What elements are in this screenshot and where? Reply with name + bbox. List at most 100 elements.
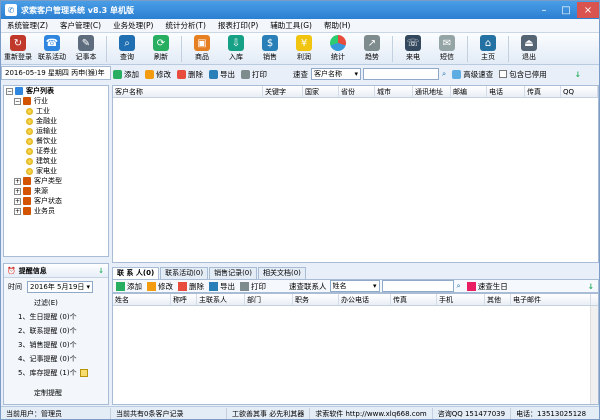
tab-contacts[interactable]: 联 系 人(0): [112, 267, 160, 279]
search-input[interactable]: [363, 68, 439, 80]
call-button[interactable]: ☏ 来电: [396, 33, 430, 65]
relogin-button[interactable]: ↻ 重新登录: [1, 33, 35, 65]
tab-sales[interactable]: 销售记录(0): [209, 267, 257, 279]
column-header[interactable]: 部门: [245, 294, 293, 305]
arrow-down-icon[interactable]: ↓: [98, 267, 104, 275]
tree-leaf[interactable]: 建筑业: [4, 156, 108, 166]
stats-button[interactable]: 统计: [321, 33, 355, 65]
search-field-select[interactable]: 客户名称 ▾: [311, 68, 361, 80]
tree-node-salesman[interactable]: + 业务员: [4, 206, 108, 216]
column-header[interactable]: 职务: [293, 294, 339, 305]
activity-button[interactable]: ☎ 联系活动: [35, 33, 69, 65]
column-header[interactable]: 姓名: [113, 294, 171, 305]
column-header[interactable]: 电子邮件: [511, 294, 591, 305]
column-header[interactable]: 传真: [391, 294, 437, 305]
column-header[interactable]: 主联系人: [197, 294, 245, 305]
tree-leaf[interactable]: 餐饮业: [4, 136, 108, 146]
delete-button[interactable]: 删除: [177, 69, 203, 80]
column-header[interactable]: 其他: [485, 294, 511, 305]
add-button[interactable]: 添加: [113, 69, 139, 80]
column-header[interactable]: 客户名称: [113, 86, 263, 97]
expand-icon[interactable]: +: [14, 197, 21, 205]
filter-button[interactable]: 过滤(E): [4, 296, 108, 310]
column-header[interactable]: 传真: [525, 86, 561, 97]
export-button[interactable]: 导出: [209, 69, 235, 80]
search-icon[interactable]: ⌕: [442, 69, 446, 79]
menu-business[interactable]: 业务处理(P): [107, 20, 159, 31]
sales-button[interactable]: $ 销售: [253, 33, 287, 65]
vertical-scrollbar[interactable]: [590, 306, 598, 404]
column-header[interactable]: 通讯地址: [413, 86, 451, 97]
column-header[interactable]: QQ: [561, 86, 598, 97]
tree-node-industry[interactable]: − 行业: [4, 96, 108, 106]
expand-icon[interactable]: +: [14, 207, 21, 215]
menu-report[interactable]: 报表打印(P): [212, 20, 264, 31]
tree-node-source[interactable]: + 来源: [4, 186, 108, 196]
tab-activities[interactable]: 联系活动(0): [160, 267, 209, 279]
profit-button[interactable]: ¥ 利润: [287, 33, 321, 65]
print-button[interactable]: 打印: [241, 69, 267, 80]
column-header[interactable]: 国家: [303, 86, 339, 97]
menu-help[interactable]: 帮助(H): [318, 20, 357, 31]
tree-leaf[interactable]: 金融业: [4, 116, 108, 126]
collapse-icon[interactable]: −: [14, 97, 21, 105]
column-header[interactable]: 手机: [437, 294, 485, 305]
search-icon[interactable]: ⌕: [457, 281, 461, 291]
menu-customer[interactable]: 客户管理(C): [54, 20, 107, 31]
contact-add-button[interactable]: 添加: [116, 281, 142, 292]
contact-export-button[interactable]: 导出: [209, 281, 235, 292]
column-header[interactable]: 称呼: [171, 294, 197, 305]
tree-leaf[interactable]: 证券业: [4, 146, 108, 156]
column-header[interactable]: 关键字: [263, 86, 303, 97]
trend-button[interactable]: ↗ 趋势: [355, 33, 389, 65]
customer-grid[interactable]: 客户名称 关键字 国家 省份 城市 通讯地址 邮编 电话 传真 QQ: [112, 85, 599, 263]
tab-documents[interactable]: 相关文档(0): [258, 267, 306, 279]
menu-tools[interactable]: 辅助工具(G): [264, 20, 318, 31]
expand-icon[interactable]: +: [14, 177, 21, 185]
include-disabled-checkbox[interactable]: 包含已停用: [499, 69, 547, 80]
menu-system[interactable]: 系统管理(Z): [1, 20, 54, 31]
column-header[interactable]: 邮编: [451, 86, 487, 97]
contact-grid[interactable]: 姓名 称呼 主联系人 部门 职务 办公电话 传真 手机 其他 电子邮件: [112, 293, 599, 405]
notebook-button[interactable]: ✎ 记事本: [69, 33, 103, 65]
memo-reminder[interactable]: 4、记事提醒 (0)个: [4, 352, 108, 366]
custom-reminder-button[interactable]: 定制提醒: [4, 386, 108, 400]
tree-leaf[interactable]: 工业: [4, 106, 108, 116]
expand-icon[interactable]: +: [14, 187, 21, 195]
column-header[interactable]: 电话: [487, 86, 525, 97]
contact-search-input[interactable]: [381, 280, 454, 292]
column-header[interactable]: 省份: [339, 86, 375, 97]
refresh-button[interactable]: ⟳ 刷新: [144, 33, 178, 65]
collapse-icon[interactable]: −: [6, 87, 13, 95]
arrow-down-icon[interactable]: ↓: [588, 282, 594, 291]
reminder-date-picker[interactable]: 2016年 5月19日 ▾: [27, 281, 93, 293]
sms-button[interactable]: ✉ 短信: [430, 33, 464, 65]
contact-field-select[interactable]: 姓名 ▾: [329, 280, 380, 292]
query-button[interactable]: ⌕ 查询: [110, 33, 144, 65]
close-icon[interactable]: ×: [577, 2, 599, 18]
advanced-search-button[interactable]: 高级速查: [452, 69, 493, 80]
stock-in-button[interactable]: ⇩ 入库: [219, 33, 253, 65]
birthday-reminder[interactable]: 1、生日提醒 (0)个: [4, 310, 108, 324]
tree-node-status[interactable]: + 客户状态: [4, 196, 108, 206]
home-button[interactable]: ⌂ 主页: [471, 33, 505, 65]
contact-delete-button[interactable]: 删除: [178, 281, 204, 292]
contact-edit-button[interactable]: 修改: [147, 281, 173, 292]
tree-leaf[interactable]: 运输业: [4, 126, 108, 136]
tree-root[interactable]: − 客户列表: [4, 86, 108, 96]
tree-node-type[interactable]: + 客户类型: [4, 176, 108, 186]
maximize-icon[interactable]: □: [555, 2, 577, 18]
minimize-icon[interactable]: –: [533, 2, 555, 18]
column-header[interactable]: 城市: [375, 86, 413, 97]
menu-stats[interactable]: 统计分析(T): [159, 20, 211, 31]
edit-button[interactable]: 修改: [145, 69, 171, 80]
contact-print-button[interactable]: 打印: [240, 281, 266, 292]
contact-reminder[interactable]: 2、联系提醒 (0)个: [4, 324, 108, 338]
sales-reminder[interactable]: 3、销售提醒 (0)个: [4, 338, 108, 352]
stock-reminder[interactable]: 5、库存提醒 (1)个: [4, 366, 108, 380]
exit-button[interactable]: ⏏ 退出: [512, 33, 546, 65]
column-header[interactable]: 办公电话: [339, 294, 391, 305]
birthday-search-button[interactable]: 速查生日: [466, 281, 508, 292]
arrow-down-icon[interactable]: ↓: [575, 70, 581, 79]
tree-leaf[interactable]: 家电业: [4, 166, 108, 176]
